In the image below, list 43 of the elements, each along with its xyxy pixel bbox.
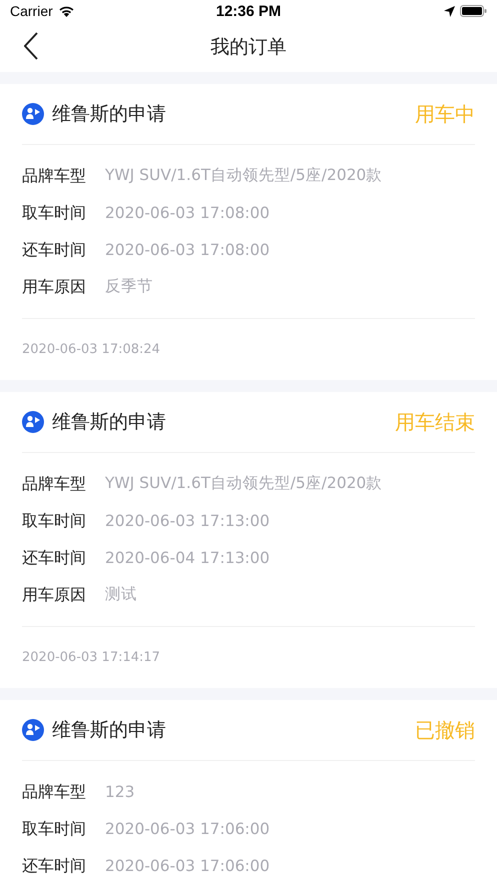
battery-icon <box>460 5 487 17</box>
clock-time: 12:36 PM <box>216 2 282 20</box>
field-label: 取车时间 <box>22 204 87 222</box>
field-label: 还车时间 <box>22 548 87 566</box>
applicant-icon <box>22 411 44 433</box>
order-card[interactable]: 维鲁斯的申请 用车结束 品牌车型 YWJ SUV/1.6T自动领先型/5座/2020款 取车时间 2020-06-03 17:13:00 还车时间 2020-06-04 17:13:00 用车原因 测试 2020-06-03 17:14:17 <box>0 392 497 688</box>
field-label: 用车原因 <box>22 278 87 296</box>
field-value: 123 <box>105 782 135 800</box>
field-label: 取车时间 <box>22 820 87 838</box>
field-label: 品牌车型 <box>22 166 87 184</box>
order-status: 用车中 <box>415 100 475 128</box>
field-value: 2020-06-03 17:13:00 <box>105 512 270 530</box>
order-status: 已撤销 <box>415 716 475 744</box>
field-label: 品牌车型 <box>22 474 87 492</box>
field-value: 2020-06-03 17:08:00 <box>105 204 270 222</box>
field-value: 2020-06-04 17:13:00 <box>105 548 270 566</box>
location-arrow-icon <box>444 6 455 16</box>
created-time: 2020-06-03 17:08:24 <box>22 342 160 357</box>
field-value: 反季节 <box>105 276 153 297</box>
applicant-name: 维鲁斯的申请 <box>52 410 167 435</box>
order-card[interactable]: 维鲁斯的申请 已撤销 品牌车型 123 取车时间 2020-06-03 17:06:00 还车时间 2020-06-03 17:06:00 <box>0 700 497 883</box>
field-label: 还车时间 <box>22 856 87 874</box>
field-value: YWJ SUV/1.6T自动领先型/5座/2020款 <box>105 165 382 186</box>
field-label: 还车时间 <box>22 240 87 258</box>
field-value: 测试 <box>105 584 137 605</box>
created-time: 2020-06-03 17:14:17 <box>22 650 160 665</box>
field-value: 2020-06-03 17:08:00 <box>105 240 270 258</box>
field-value: 2020-06-03 17:06:00 <box>105 856 270 874</box>
page-title: 我的订单 <box>210 35 286 60</box>
field-value: 2020-06-03 17:06:00 <box>105 820 270 838</box>
applicant-icon <box>22 103 44 125</box>
field-label: 用车原因 <box>22 586 87 604</box>
applicant-name: 维鲁斯的申请 <box>52 718 167 743</box>
applicant-name: 维鲁斯的申请 <box>52 102 167 127</box>
field-label: 取车时间 <box>22 512 87 530</box>
carrier-label: Carrier <box>10 3 53 19</box>
order-card[interactable]: 维鲁斯的申请 用车中 品牌车型 YWJ SUV/1.6T自动领先型/5座/2020款 取车时间 2020-06-03 17:08:00 还车时间 2020-06-03 17:08:00 用车原因 反季节 2020-06-03 17:08:24 <box>0 84 497 380</box>
wifi-icon <box>58 5 75 17</box>
applicant-icon <box>22 719 44 741</box>
back-button[interactable] <box>24 32 38 60</box>
order-status: 用车结束 <box>395 408 475 436</box>
field-value: YWJ SUV/1.6T自动领先型/5座/2020款 <box>105 473 382 494</box>
field-label: 品牌车型 <box>22 782 87 800</box>
